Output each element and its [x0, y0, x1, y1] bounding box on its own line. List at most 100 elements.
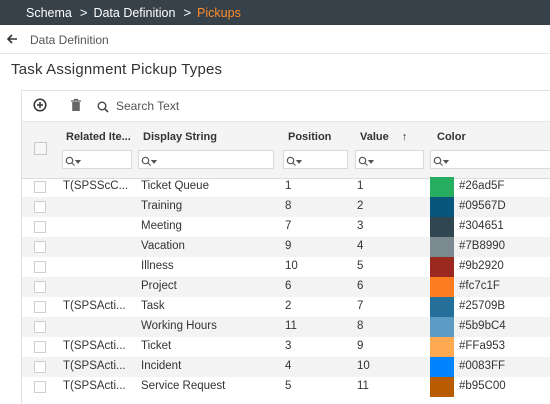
- table-row[interactable]: T(SPSScC... Ticket Queue 1 1 #26ad5F: [22, 177, 550, 197]
- table-row[interactable]: Project 6 6 #fc7c1F: [22, 277, 550, 297]
- row-checkbox[interactable]: [34, 361, 46, 373]
- cell-position: 6: [285, 280, 292, 292]
- add-icon[interactable]: [33, 98, 47, 115]
- color-swatch: [430, 177, 454, 197]
- cell-related: T(SPSActi...: [63, 300, 126, 312]
- table-row[interactable]: T(SPSActi... Service Request 5 11 #b95C0…: [22, 377, 550, 397]
- cell-value: 5: [357, 260, 364, 272]
- table-row[interactable]: T(SPSActi... Task 2 7 #25709B: [22, 297, 550, 317]
- cell-color-hex: #fc7c1F: [459, 280, 500, 292]
- row-checkbox[interactable]: [34, 281, 46, 293]
- breadcrumb-separator: >: [183, 5, 192, 20]
- row-checkbox[interactable]: [34, 241, 46, 253]
- color-swatch: [430, 257, 454, 277]
- breadcrumb-pickups: Pickups: [197, 5, 241, 20]
- filter-icon[interactable]: [141, 154, 158, 172]
- table-row[interactable]: Meeting 7 3 #304651: [22, 217, 550, 237]
- cell-position: 4: [285, 360, 292, 372]
- filter-icon[interactable]: [358, 154, 375, 172]
- data-grid-panel: Related Ite... Display String Position V…: [21, 90, 550, 404]
- color-swatch: [430, 377, 454, 397]
- arrow-left-icon[interactable]: [6, 32, 20, 48]
- cell-display-string: Working Hours: [141, 320, 217, 332]
- column-header-related[interactable]: Related Ite...: [66, 131, 132, 143]
- table-row[interactable]: T(SPSActi... Incident 4 10 #0083FF: [22, 357, 550, 377]
- grid-toolbar: [22, 91, 550, 121]
- cell-related: T(SPSScC...: [63, 180, 129, 192]
- table-row[interactable]: Vacation 9 4 #7B8990: [22, 237, 550, 257]
- cell-display-string: Meeting: [141, 220, 182, 232]
- row-checkbox[interactable]: [34, 321, 46, 333]
- cell-position: 7: [285, 220, 292, 232]
- breadcrumb-schema[interactable]: Schema: [26, 6, 72, 20]
- breadcrumb: Schema > Data Definition > Pickups: [0, 0, 550, 25]
- cell-position: 5: [285, 380, 292, 392]
- breadcrumb-separator: >: [79, 5, 88, 20]
- filter-position[interactable]: [283, 150, 348, 169]
- column-header-display-string[interactable]: Display String: [143, 131, 263, 143]
- cell-color-hex: #5b9bC4: [459, 320, 506, 332]
- trash-icon[interactable]: [70, 98, 82, 115]
- cell-position: 1: [285, 180, 292, 192]
- cell-position: 3: [285, 340, 292, 352]
- cell-value: 6: [357, 280, 364, 292]
- table-row[interactable]: Illness 10 5 #9b2920: [22, 257, 550, 277]
- cell-value: 8: [357, 320, 364, 332]
- table-row[interactable]: Working Hours 11 8 #5b9bC4: [22, 317, 550, 337]
- filter-color[interactable]: [430, 150, 550, 169]
- column-header-color[interactable]: Color: [437, 131, 466, 143]
- row-checkbox[interactable]: [34, 181, 46, 193]
- cell-value: 3: [357, 220, 364, 232]
- back-link[interactable]: Data Definition: [0, 27, 550, 53]
- cell-color-hex: #304651: [459, 220, 504, 232]
- table-row[interactable]: Training 8 2 #09567D: [22, 197, 550, 217]
- filter-display-string[interactable]: [138, 150, 274, 169]
- divider: [0, 53, 550, 54]
- row-checkbox[interactable]: [34, 381, 46, 393]
- row-checkbox[interactable]: [34, 201, 46, 213]
- row-checkbox[interactable]: [34, 301, 46, 313]
- color-swatch: [430, 337, 454, 357]
- cell-display-string: Task: [141, 300, 165, 312]
- row-checkbox[interactable]: [34, 221, 46, 233]
- color-swatch: [430, 357, 454, 377]
- cell-color-hex: #09567D: [459, 200, 506, 212]
- back-link-label[interactable]: Data Definition: [30, 33, 109, 47]
- column-header-position[interactable]: Position: [288, 131, 348, 143]
- page-title: Task Assignment Pickup Types: [11, 61, 223, 78]
- color-swatch: [430, 197, 454, 217]
- row-checkbox[interactable]: [34, 341, 46, 353]
- filter-icon[interactable]: [286, 154, 303, 172]
- color-swatch: [430, 297, 454, 317]
- cell-position: 11: [285, 320, 297, 332]
- column-header-value[interactable]: Value ↑: [360, 131, 407, 143]
- row-checkbox[interactable]: [34, 261, 46, 273]
- filter-icon[interactable]: [433, 154, 450, 172]
- table-row[interactable]: T(SPSActi... Ticket 3 9 #FFa953: [22, 337, 550, 357]
- cell-display-string: Service Request: [141, 380, 226, 392]
- cell-position: 9: [285, 240, 292, 252]
- select-all-checkbox[interactable]: [34, 142, 47, 155]
- search-icon: [97, 100, 109, 118]
- cell-related: T(SPSActi...: [63, 340, 126, 352]
- cell-display-string: Ticket Queue: [141, 180, 209, 192]
- color-swatch: [430, 217, 454, 237]
- column-header-value-label: Value: [360, 131, 389, 143]
- cell-related: T(SPSActi...: [63, 360, 126, 372]
- cell-value: 9: [357, 340, 364, 352]
- filter-icon[interactable]: [65, 154, 82, 172]
- filter-related[interactable]: [62, 150, 132, 169]
- filter-value[interactable]: [355, 150, 424, 169]
- search-input[interactable]: [116, 96, 316, 116]
- cell-color-hex: #9b2920: [459, 260, 504, 272]
- cell-position: 10: [285, 260, 298, 272]
- color-swatch: [430, 317, 454, 337]
- cell-color-hex: #FFa953: [459, 340, 506, 352]
- breadcrumb-data-definition[interactable]: Data Definition: [93, 6, 175, 20]
- cell-value: 1: [357, 180, 364, 192]
- cell-value: 7: [357, 300, 364, 312]
- cell-color-hex: #7B8990: [459, 240, 506, 252]
- sort-ascending-icon: ↑: [401, 131, 408, 143]
- cell-display-string: Ticket: [141, 340, 172, 352]
- cell-color-hex: #26ad5F: [459, 180, 505, 192]
